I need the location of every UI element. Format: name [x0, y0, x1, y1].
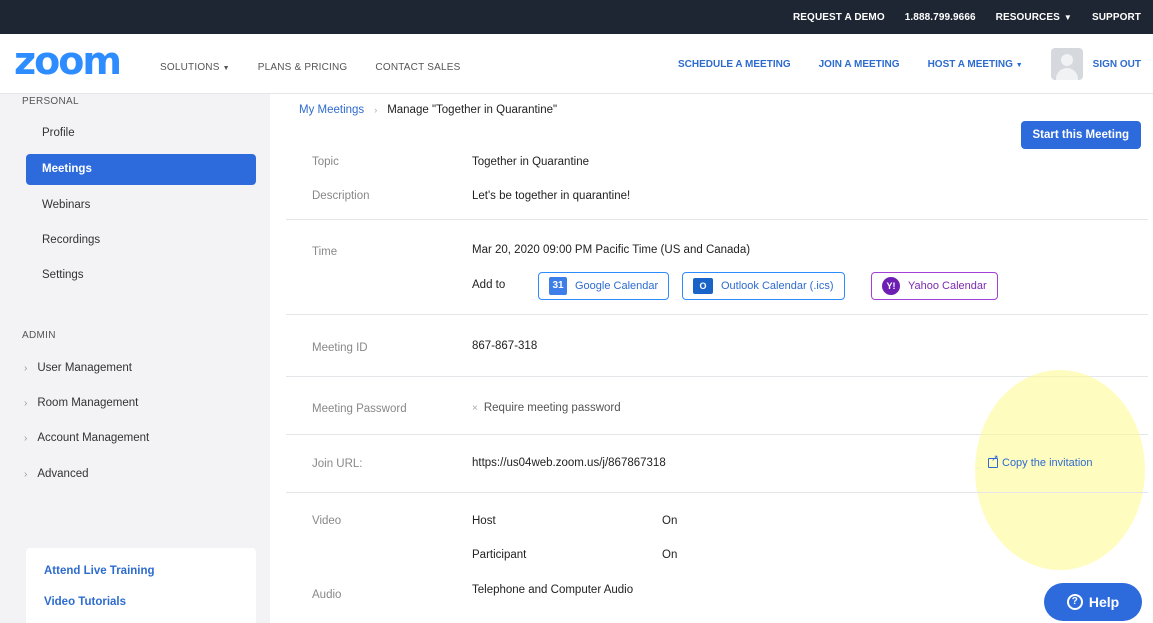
sidebar-item-recordings[interactable]: Recordings [26, 225, 256, 256]
chevron-right-icon: › [24, 363, 28, 374]
google-calendar-icon: 31 [549, 277, 567, 295]
solutions-label: SOLUTIONS [160, 62, 220, 73]
video-label: Video [312, 515, 342, 527]
attend-live-training-link[interactable]: Attend Live Training [44, 565, 155, 577]
divider [286, 314, 1148, 315]
zoom-logo[interactable]: zoom [14, 42, 122, 80]
google-calendar-button[interactable]: 31 Google Calendar [538, 272, 670, 300]
host-meeting-label: HOST A MEETING [927, 58, 1013, 70]
copy-invitation-label: Copy the invitation [1002, 457, 1093, 469]
meeting-password-value: × Require meeting password [472, 402, 621, 414]
chevron-right-icon: › [24, 398, 28, 409]
sidebar-item-label: Account Management [37, 432, 150, 444]
chevron-right-icon: › [24, 433, 28, 444]
main-navbar: zoom SOLUTIONS ▼ PLANS & PRICING CONTACT… [0, 34, 1153, 94]
divider [286, 492, 1148, 493]
nav-left-links: SOLUTIONS ▼ PLANS & PRICING CONTACT SALE… [160, 62, 460, 73]
host-meeting-menu[interactable]: HOST A MEETING ▼ [928, 59, 1023, 70]
topic-value: Together in Quarantine [472, 156, 589, 168]
audio-value: Telephone and Computer Audio [472, 584, 634, 596]
plans-pricing-link[interactable]: PLANS & PRICING [258, 62, 348, 73]
password-text: Require meeting password [483, 402, 621, 414]
nav-right-links: SCHEDULE A MEETING JOIN A MEETING HOST A… [678, 48, 1141, 80]
sidebar: PERSONAL Profile Meetings Webinars Recor… [0, 94, 270, 623]
help-button[interactable]: ? Help [1044, 583, 1142, 621]
participant-video-value: On [662, 549, 678, 561]
outlook-calendar-label: Outlook Calendar (.ics) [721, 280, 834, 292]
solutions-menu[interactable]: SOLUTIONS ▼ [160, 62, 230, 73]
meeting-password-label: Meeting Password [312, 403, 407, 415]
main-content: My Meetings › Manage "Together in Quaranti… [270, 94, 1153, 623]
personal-heading: PERSONAL [22, 96, 79, 107]
sidebar-item-webinars[interactable]: Webinars [26, 190, 256, 221]
chevron-down-icon: ▼ [1015, 61, 1023, 69]
sidebar-item-profile[interactable]: Profile [26, 118, 256, 149]
join-meeting-link[interactable]: JOIN A MEETING [819, 59, 900, 70]
question-icon: ? [1066, 594, 1083, 610]
highlight-spot [975, 370, 1145, 570]
video-tutorials-link[interactable]: Video Tutorials [44, 596, 126, 608]
sidebar-item-account-management[interactable]: › Account Management [24, 432, 149, 444]
sidebar-item-meetings[interactable]: Meetings [26, 154, 256, 185]
top-utility-bar: REQUEST A DEMO 1.888.799.9666 RESOURCES ▼… [0, 0, 1153, 34]
breadcrumb-current: Manage "Together in Quarantine" [387, 104, 558, 116]
sidebar-item-user-management[interactable]: › User Management [24, 362, 132, 374]
phone-number[interactable]: 1.888.799.9666 [905, 12, 976, 23]
start-meeting-button[interactable]: Start this Meeting [1020, 121, 1141, 149]
host-label: Host [472, 515, 496, 527]
yahoo-calendar-label: Yahoo Calendar [908, 280, 987, 292]
copy-icon [988, 453, 999, 468]
join-url-value[interactable]: https://us04web.zoom.us/j/867867318 [472, 457, 666, 469]
outlook-icon: O [693, 278, 713, 294]
chevron-right-icon: › [24, 469, 28, 480]
sidebar-item-label: User Management [37, 362, 132, 374]
participant-label: Participant [472, 549, 527, 561]
support-link[interactable]: SUPPORT [1092, 12, 1141, 23]
chevron-down-icon: ▼ [222, 65, 230, 72]
resources-label: RESOURCES [995, 11, 1060, 23]
divider [286, 376, 1148, 377]
description-value: Let's be together in quarantine! [472, 190, 631, 202]
admin-heading: ADMIN [22, 330, 56, 341]
breadcrumb-my-meetings[interactable]: My Meetings [299, 104, 364, 116]
meeting-id-label: Meeting ID [312, 342, 368, 354]
google-calendar-label: Google Calendar [575, 280, 659, 292]
resources-menu[interactable]: RESOURCES ▼ [996, 12, 1072, 23]
description-label: Description [312, 190, 370, 202]
close-icon: × [472, 403, 478, 414]
sidebar-item-room-management[interactable]: › Room Management [24, 397, 138, 409]
sidebar-item-settings[interactable]: Settings [26, 260, 256, 291]
divider [286, 219, 1148, 220]
yahoo-calendar-button[interactable]: Y! Yahoo Calendar [871, 272, 998, 300]
add-to-label: Add to [472, 279, 506, 291]
meeting-id-value: 867-867-318 [472, 340, 538, 352]
contact-sales-link[interactable]: CONTACT SALES [375, 62, 460, 73]
host-video-value: On [662, 515, 678, 527]
sidebar-item-label: Room Management [37, 397, 139, 409]
sidebar-resources-box: Attend Live Training Video Tutorials [26, 548, 256, 623]
avatar[interactable] [1050, 48, 1083, 80]
time-value: Mar 20, 2020 09:00 PM Pacific Time (US a… [472, 244, 751, 256]
audio-label: Audio [312, 589, 342, 601]
copy-invitation-link[interactable]: Copy the invitation [988, 453, 1093, 469]
topic-label: Topic [312, 156, 339, 168]
help-label: Help [1088, 594, 1120, 610]
outlook-calendar-button[interactable]: O Outlook Calendar (.ics) [682, 272, 845, 300]
breadcrumb: My Meetings › Manage "Together in Quaranti… [299, 104, 557, 116]
chevron-down-icon: ▼ [1063, 12, 1072, 22]
sign-out-link[interactable]: SIGN OUT [1093, 59, 1141, 70]
yahoo-icon: Y! [882, 277, 900, 295]
schedule-meeting-link[interactable]: SCHEDULE A MEETING [678, 59, 791, 70]
sidebar-item-advanced[interactable]: › Advanced [24, 468, 89, 480]
breadcrumb-separator: › [374, 105, 378, 115]
join-url-label: Join URL: [312, 458, 363, 470]
request-demo-link[interactable]: REQUEST A DEMO [793, 12, 885, 23]
sidebar-item-label: Advanced [37, 468, 89, 480]
time-label: Time [312, 246, 338, 258]
